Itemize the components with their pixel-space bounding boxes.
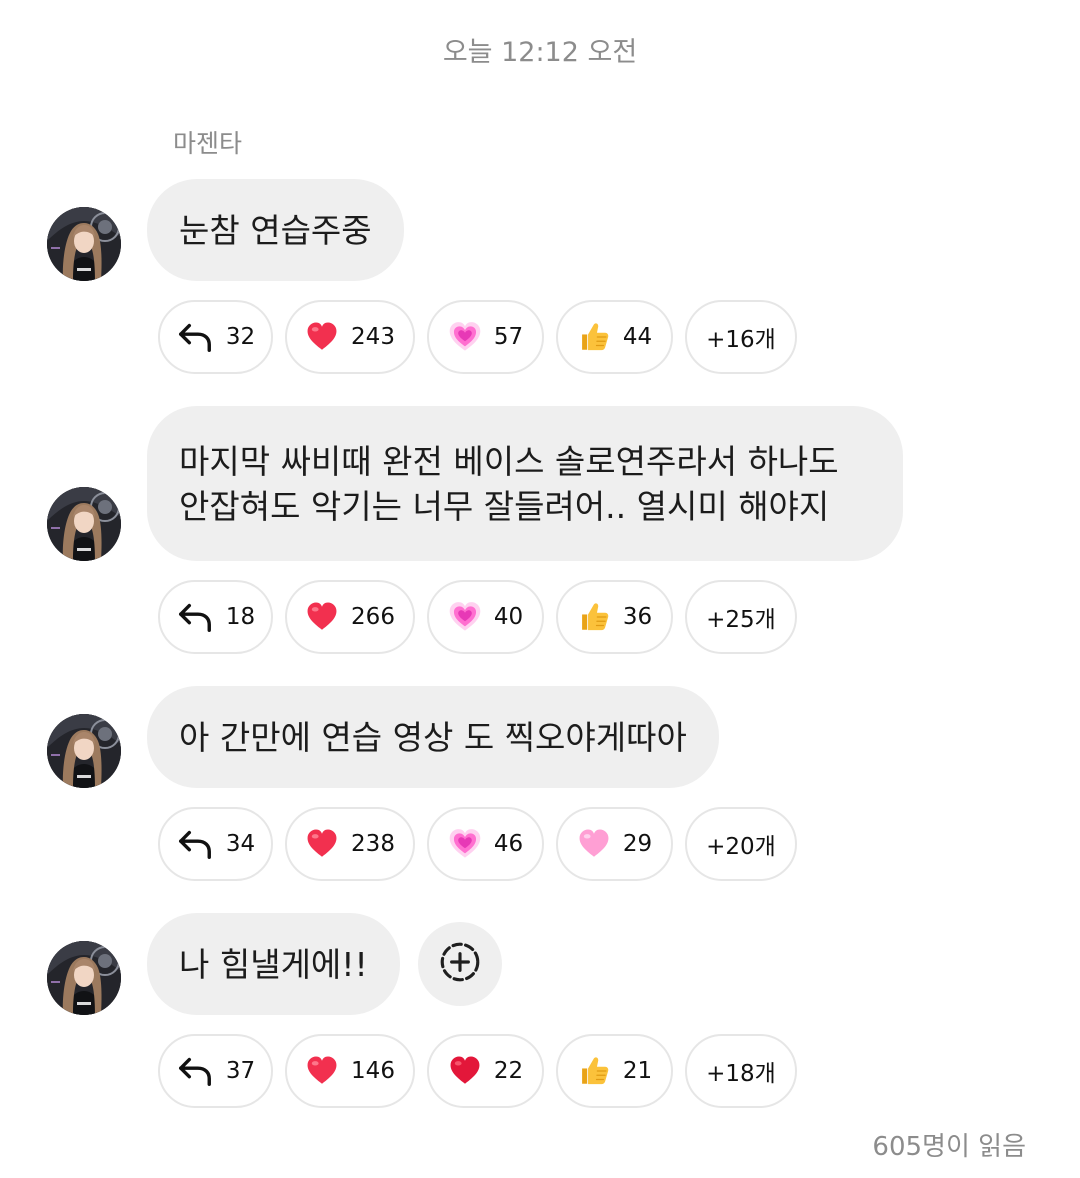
message-bubble[interactable]: 눈참 연습주중	[147, 179, 404, 281]
more-reactions-pill[interactable]: +18개	[685, 1034, 797, 1108]
red-heart-icon	[305, 320, 339, 354]
reaction-count: 21	[622, 1058, 653, 1084]
reply-count: 18	[225, 604, 256, 630]
more-reactions-count: +18개	[706, 1061, 776, 1087]
reply-count: 34	[225, 831, 256, 857]
reply-count-pill[interactable]: 32	[158, 300, 273, 374]
message-text: 눈참 연습주중	[179, 210, 372, 250]
message-text: 아 간만에 연습 영상 도 찍오야게따아	[179, 717, 687, 757]
reaction-count: 40	[493, 604, 524, 630]
message-text: 마지막 싸비때 완전 베이스 솔로연주라서 하나도 안잡혀도 악기는 너무 잘들…	[179, 441, 839, 526]
sender-avatar[interactable]	[47, 207, 121, 281]
read-count: 605명이 읽음	[872, 1132, 1026, 1162]
thumbs-up-icon	[577, 320, 611, 354]
reaction-pill-sparkle-heart[interactable]: 57	[427, 300, 544, 374]
reaction-pill-thumbs-up[interactable]: 36	[556, 580, 673, 654]
more-reactions-pill[interactable]: +16개	[685, 300, 797, 374]
add-reaction-button[interactable]	[418, 922, 502, 1006]
sender-avatar[interactable]	[47, 941, 121, 1015]
crimson-heart-icon	[448, 1054, 482, 1088]
reaction-count: 22	[493, 1058, 524, 1084]
more-reactions-pill[interactable]: +20개	[685, 807, 797, 881]
reply-count: 32	[225, 324, 256, 350]
reaction-pill-red-heart[interactable]: 238	[285, 807, 415, 881]
sender-avatar[interactable]	[47, 714, 121, 788]
reaction-pill-thumbs-up[interactable]: 44	[556, 300, 673, 374]
reply-arrow-icon	[176, 1052, 214, 1090]
reaction-count: 36	[622, 604, 653, 630]
thumbs-up-icon	[577, 600, 611, 634]
reply-arrow-icon	[176, 318, 214, 356]
reply-count-pill[interactable]: 37	[158, 1034, 273, 1108]
reaction-bar: 37 146 22 21 +18개	[158, 1034, 797, 1108]
reaction-bar: 34 238 46 29 +20개	[158, 807, 797, 881]
reply-arrow-icon	[176, 598, 214, 636]
more-reactions-count: +16개	[706, 327, 776, 353]
message-timestamp: 오늘 12:12 오전	[442, 37, 638, 68]
pink-sparkle-heart-icon	[448, 320, 482, 354]
red-heart-icon	[305, 600, 339, 634]
reaction-count: 146	[351, 1058, 395, 1084]
reply-count-pill[interactable]: 34	[158, 807, 273, 881]
pink-sparkle-heart-icon	[448, 827, 482, 861]
reaction-count: 29	[622, 831, 653, 857]
pink-heart-icon	[577, 827, 611, 861]
reply-arrow-icon	[176, 825, 214, 863]
reaction-pill-crimson-heart[interactable]: 22	[427, 1034, 544, 1108]
sender-avatar[interactable]	[47, 487, 121, 561]
message-bubble[interactable]: 나 힘낼게에!!	[147, 913, 400, 1015]
reaction-count: 238	[351, 831, 395, 857]
reaction-count: 243	[351, 324, 395, 350]
reaction-pill-red-heart[interactable]: 243	[285, 300, 415, 374]
message-text: 나 힘낼게에!!	[179, 944, 368, 984]
reply-count: 37	[225, 1058, 256, 1084]
message-bubble[interactable]: 아 간만에 연습 영상 도 찍오야게따아	[147, 686, 719, 788]
reaction-count: 266	[351, 604, 395, 630]
message-bubble[interactable]: 마지막 싸비때 완전 베이스 솔로연주라서 하나도 안잡혀도 악기는 너무 잘들…	[147, 406, 903, 561]
reaction-bar: 32 243 57 44 +16개	[158, 300, 797, 374]
reaction-count: 57	[493, 324, 524, 350]
pink-sparkle-heart-icon	[448, 600, 482, 634]
more-reactions-pill[interactable]: +25개	[685, 580, 797, 654]
reaction-pill-thumbs-up[interactable]: 21	[556, 1034, 673, 1108]
sender-name: 마젠타	[173, 129, 243, 158]
thumbs-up-icon	[577, 1054, 611, 1088]
reaction-bar: 18 266 40 36 +25개	[158, 580, 797, 654]
reaction-pill-red-heart[interactable]: 266	[285, 580, 415, 654]
reaction-pill-sparkle-heart[interactable]: 46	[427, 807, 544, 881]
reaction-pill-red-heart[interactable]: 146	[285, 1034, 415, 1108]
reaction-count: 44	[622, 324, 653, 350]
more-reactions-count: +20개	[706, 834, 776, 860]
reply-count-pill[interactable]: 18	[158, 580, 273, 654]
more-reactions-count: +25개	[706, 607, 776, 633]
reaction-pill-pink-heart[interactable]: 29	[556, 807, 673, 881]
reaction-count: 46	[493, 831, 524, 857]
add-reaction-icon	[437, 939, 483, 989]
red-heart-icon	[305, 1054, 339, 1088]
red-heart-icon	[305, 827, 339, 861]
reaction-pill-sparkle-heart[interactable]: 40	[427, 580, 544, 654]
